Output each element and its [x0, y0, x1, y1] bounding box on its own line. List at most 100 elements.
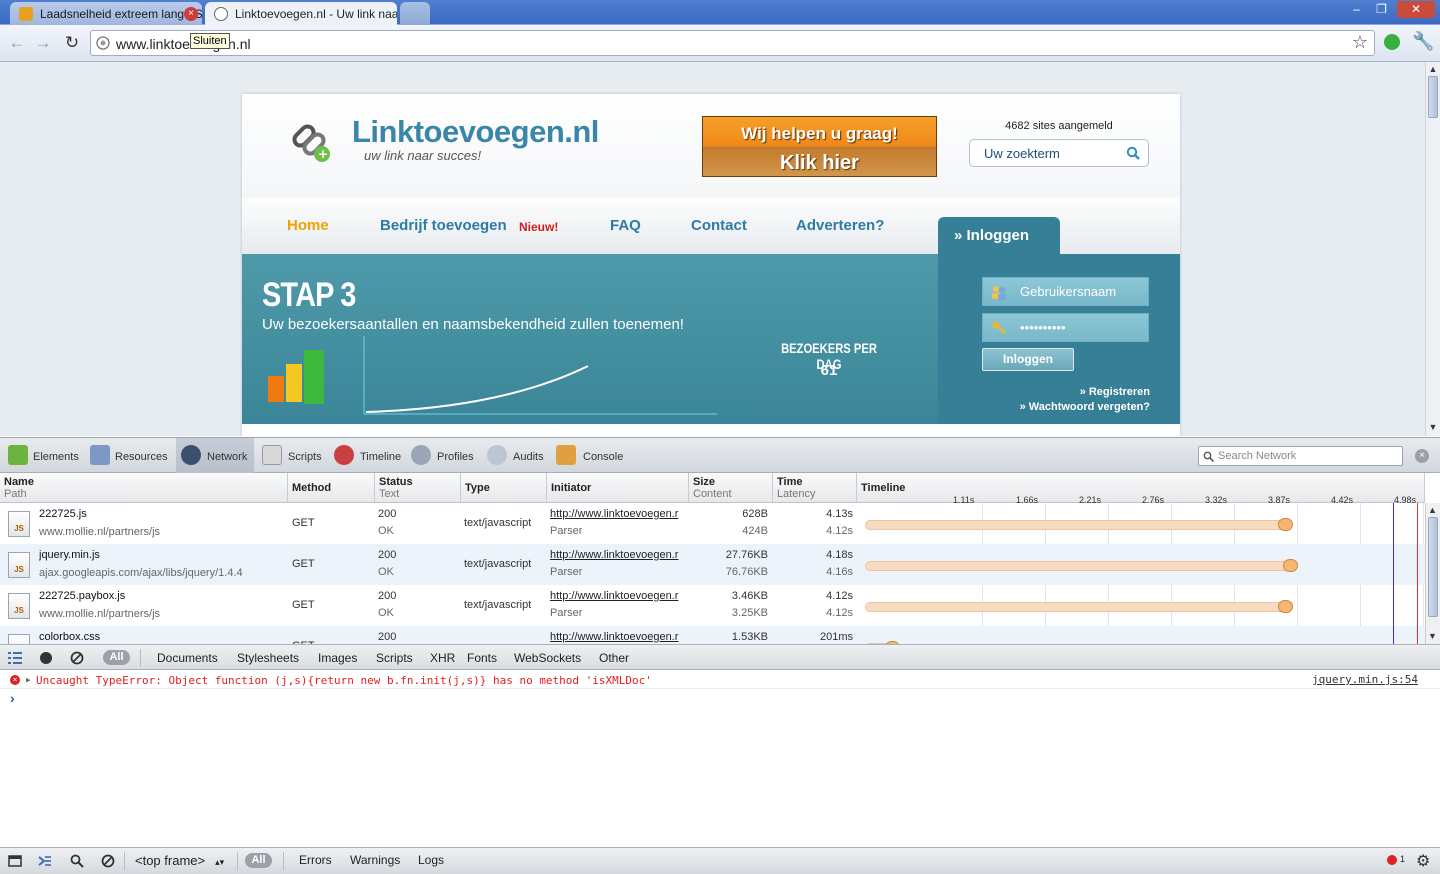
- site-search-input[interactable]: Uw zoekterm: [969, 139, 1149, 167]
- filter-documents[interactable]: Documents: [157, 651, 218, 665]
- request-name[interactable]: 222725.paybox.js: [39, 590, 125, 602]
- resources-icon: [90, 445, 110, 465]
- username-field[interactable]: Gebruikersnaam: [982, 277, 1149, 306]
- network-search-input[interactable]: Search Network: [1198, 446, 1403, 466]
- login-tab[interactable]: » Inloggen: [938, 217, 1060, 254]
- tab-linktoevoegen[interactable]: Linktoevoegen.nl - Uw link naa: [205, 2, 397, 25]
- password-field[interactable]: ••••••••••: [982, 313, 1149, 342]
- console-filter-errors[interactable]: Errors: [299, 853, 332, 867]
- scroll-thumb[interactable]: [1428, 517, 1438, 617]
- console-error-message[interactable]: × ▸ Uncaught TypeError: Object function …: [0, 671, 1440, 689]
- console-filter-warnings[interactable]: Warnings: [350, 853, 400, 867]
- filter-xhr[interactable]: XHR: [430, 651, 455, 665]
- maximize-button[interactable]: ❐: [1368, 1, 1395, 18]
- wrench-icon[interactable]: 🔧: [1412, 31, 1434, 52]
- filter-other[interactable]: Other: [599, 651, 629, 665]
- login-button[interactable]: Inloggen: [982, 348, 1074, 371]
- tab-timeline[interactable]: Timeline: [334, 438, 404, 473]
- timeline-bar[interactable]: [865, 561, 1291, 571]
- forgot-password-link[interactable]: » Wachtwoord vergeten?: [1020, 401, 1150, 413]
- search-icon[interactable]: [70, 854, 84, 868]
- tab-laadsnelheid[interactable]: Laadsnelheid extreem lang - S ×: [10, 2, 202, 25]
- request-initiator[interactable]: http://www.linktoevoegen.r: [550, 508, 685, 520]
- filter-stylesheets[interactable]: Stylesheets: [237, 651, 299, 665]
- help-banner[interactable]: Wij helpen u graag! Klik hier: [702, 116, 937, 177]
- col-initiator[interactable]: Initiator: [547, 473, 689, 503]
- list-view-icon[interactable]: [8, 651, 22, 665]
- forward-arrow-icon[interactable]: →: [32, 32, 54, 54]
- request-status-text: OK: [378, 566, 394, 578]
- request-name[interactable]: colorbox.css: [39, 631, 100, 643]
- timeline-bar[interactable]: [865, 520, 1286, 530]
- settings-gear-icon[interactable]: ⚙: [1416, 851, 1430, 871]
- frame-select[interactable]: <top frame> ▴▾: [135, 853, 224, 868]
- nav-home[interactable]: Home: [287, 217, 329, 234]
- console-toggle-icon[interactable]: [38, 854, 52, 868]
- request-initiator[interactable]: http://www.linktoevoegen.r: [550, 631, 685, 643]
- request-name[interactable]: 222725.js: [39, 508, 87, 520]
- address-bar[interactable]: www.linktoevoegen.nl Sluiten ☆: [90, 30, 1375, 56]
- expand-triangle-icon[interactable]: ▸: [25, 673, 32, 686]
- nav-advertise[interactable]: Adverteren?: [796, 217, 884, 234]
- request-initiator[interactable]: http://www.linktoevoegen.r: [550, 590, 685, 602]
- page-scrollbar[interactable]: ▲ ▼: [1425, 62, 1440, 436]
- console-filter-all[interactable]: All: [245, 853, 272, 868]
- back-arrow-icon[interactable]: ←: [6, 32, 28, 54]
- clear-console-icon[interactable]: [101, 854, 115, 868]
- error-count-icon[interactable]: [1387, 855, 1397, 865]
- scroll-down-icon[interactable]: ▼: [1428, 422, 1438, 432]
- col-name[interactable]: Name Path: [0, 473, 288, 503]
- col-time[interactable]: Time Latency: [773, 473, 857, 503]
- request-name[interactable]: jquery.min.js: [39, 549, 100, 561]
- filter-images[interactable]: Images: [318, 651, 357, 665]
- bookmark-star-icon[interactable]: ☆: [1352, 32, 1368, 53]
- nav-contact[interactable]: Contact: [691, 217, 747, 234]
- error-text: Uncaught TypeError: Object function (j,s…: [36, 674, 652, 687]
- col-size[interactable]: Size Content: [689, 473, 773, 503]
- dock-icon[interactable]: [8, 854, 22, 868]
- table-row[interactable]: JScolorbox.cssGET200http://www.linktoevo…: [0, 626, 1425, 644]
- close-tab-icon[interactable]: ×: [184, 7, 198, 21]
- scroll-up-icon[interactable]: ▲: [1428, 505, 1437, 515]
- nav-add-company[interactable]: Bedrijf toevoegen: [380, 217, 507, 234]
- close-window-button[interactable]: ✕: [1397, 1, 1435, 18]
- filter-fonts[interactable]: Fonts: [467, 651, 497, 665]
- tab-elements[interactable]: Elements: [8, 438, 86, 473]
- tab-console[interactable]: Console: [556, 438, 628, 473]
- tab-profiles[interactable]: Profiles: [411, 438, 481, 473]
- scroll-thumb[interactable]: [1428, 76, 1438, 118]
- col-method[interactable]: Method: [288, 473, 375, 503]
- col-status[interactable]: Status Text: [375, 473, 461, 503]
- filter-websockets[interactable]: WebSockets: [514, 651, 581, 665]
- scroll-down-icon[interactable]: ▼: [1428, 631, 1437, 641]
- site-logo[interactable]: Linktoevoegen.nl: [352, 114, 599, 150]
- timeline-bar[interactable]: [865, 602, 1286, 612]
- console-prompt[interactable]: ›: [10, 690, 15, 706]
- filter-all[interactable]: All: [103, 650, 130, 665]
- table-row[interactable]: JS jquery.min.js ajax.googleapis.com/ajax/…: [0, 544, 1425, 585]
- reload-icon[interactable]: ↻: [61, 32, 83, 54]
- clear-icon[interactable]: [70, 651, 84, 665]
- filter-scripts[interactable]: Scripts: [376, 651, 413, 665]
- tab-network[interactable]: Network: [176, 438, 254, 473]
- tab-resources[interactable]: Resources: [90, 438, 174, 473]
- request-size: 1.53KB: [731, 631, 768, 643]
- error-source-link[interactable]: jquery.min.js:54: [1312, 673, 1418, 686]
- table-row[interactable]: JS 222725.js www.mollie.nl/partners/js GET 2…: [0, 503, 1425, 544]
- tab-scripts[interactable]: Scripts: [262, 438, 326, 473]
- table-row[interactable]: JS 222725.paybox.js www.mollie.nl/partners…: [0, 585, 1425, 626]
- col-type[interactable]: Type: [461, 473, 547, 503]
- search-icon[interactable]: [1126, 146, 1140, 160]
- register-link[interactable]: » Registreren: [1080, 386, 1150, 398]
- new-tab-button[interactable]: [400, 2, 430, 25]
- nav-faq[interactable]: FAQ: [610, 217, 641, 234]
- network-scrollbar[interactable]: ▲ ▼: [1425, 503, 1440, 644]
- scroll-up-icon[interactable]: ▲: [1428, 64, 1438, 74]
- minimize-button[interactable]: –: [1343, 1, 1370, 18]
- close-devtools-icon[interactable]: ×: [1415, 449, 1429, 463]
- tab-audits[interactable]: Audits: [487, 438, 549, 473]
- console-filter-logs[interactable]: Logs: [418, 853, 444, 867]
- request-initiator[interactable]: http://www.linktoevoegen.r: [550, 549, 685, 561]
- extension-icon[interactable]: [1384, 34, 1400, 50]
- record-icon[interactable]: [40, 652, 52, 664]
